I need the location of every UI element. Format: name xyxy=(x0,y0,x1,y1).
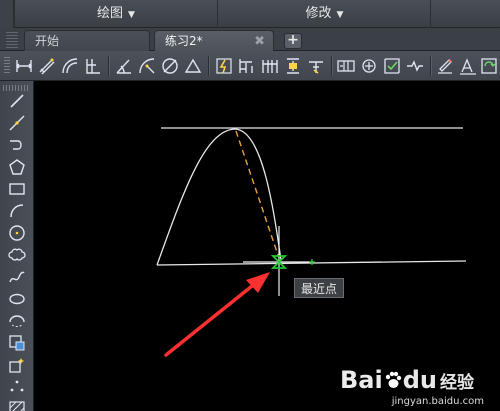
quick-dim-icon[interactable] xyxy=(214,56,234,76)
toolbar-divider xyxy=(208,56,209,76)
chevron-down-icon: ▼ xyxy=(336,10,344,20)
chevron-down-icon: ▼ xyxy=(128,10,135,20)
menu-modify[interactable]: 修改 ▼ xyxy=(219,0,431,28)
menu-bar: 绘图 ▼ 修改 ▼ xyxy=(0,0,500,28)
paw-icon xyxy=(385,371,401,388)
revision-cloud-icon[interactable] xyxy=(7,245,27,265)
arch-curve xyxy=(156,128,282,266)
dim-jogged-icon[interactable] xyxy=(183,56,203,76)
watermark-logo: Bai du 经验 xyxy=(340,367,474,393)
tracking-line xyxy=(235,130,280,259)
construction-line-icon[interactable] xyxy=(7,113,27,133)
watermark-url: jingyan.baidu.com xyxy=(391,396,484,407)
toolbar-divider xyxy=(430,56,431,76)
spline-icon[interactable] xyxy=(7,267,27,287)
dim-ordinate-icon[interactable] xyxy=(83,56,103,76)
polyline-icon[interactable] xyxy=(7,135,27,155)
circle-icon[interactable] xyxy=(7,223,27,243)
insert-block-icon[interactable] xyxy=(7,333,27,353)
inspect-icon[interactable] xyxy=(382,56,402,76)
watermark-brand-cn: 经验 xyxy=(439,373,474,393)
close-icon[interactable]: ✖ xyxy=(254,31,265,52)
tab-start[interactable]: 开始 xyxy=(24,30,150,51)
dim-continue-icon[interactable] xyxy=(260,56,280,76)
dimension-toolbar xyxy=(0,51,500,81)
menu-draw-label: 绘图 xyxy=(97,6,124,21)
toolbar-divider xyxy=(108,56,109,76)
dim-edit-icon[interactable] xyxy=(435,56,455,76)
tolerance-icon[interactable] xyxy=(336,56,356,76)
dim-radius-icon[interactable] xyxy=(137,56,157,76)
point-icon[interactable] xyxy=(7,377,27,397)
dim-break-icon[interactable] xyxy=(306,56,326,76)
draw-toolbar xyxy=(0,81,34,411)
line-icon[interactable] xyxy=(7,91,27,111)
dim-arc-icon[interactable] xyxy=(60,56,80,76)
dim-text-edit-icon[interactable] xyxy=(458,56,478,76)
dim-space-icon[interactable] xyxy=(283,56,303,76)
file-tab-bar: 开始 练习2* ✖ + xyxy=(0,28,500,51)
drawing-geometry xyxy=(156,127,467,296)
ellipse-icon[interactable] xyxy=(7,289,27,309)
dim-angular-icon[interactable] xyxy=(114,56,134,76)
snap-plus-marker xyxy=(309,259,315,265)
toolbar-divider xyxy=(331,56,332,76)
watermark-brand-suffix: du xyxy=(402,366,437,394)
dim-linear-icon[interactable] xyxy=(14,56,34,76)
rectangle-icon[interactable] xyxy=(7,179,27,199)
tab-drawing-document[interactable]: 练习2* ✖ xyxy=(154,30,274,51)
arc-icon[interactable] xyxy=(7,201,27,221)
center-mark-icon[interactable] xyxy=(359,56,379,76)
menu-modify-label: 修改 xyxy=(305,6,332,21)
grip-handle[interactable] xyxy=(4,57,10,75)
menu-bar-edge xyxy=(0,0,14,28)
polygon-icon[interactable] xyxy=(7,157,27,177)
hatch-icon[interactable] xyxy=(7,399,27,411)
menu-draw[interactable]: 绘图 ▼ xyxy=(14,0,218,28)
new-tab-button[interactable]: + xyxy=(284,33,302,49)
dim-diameter-icon[interactable] xyxy=(160,56,180,76)
jogged-linear-icon[interactable] xyxy=(405,56,425,76)
baidu-watermark: Bai du 经验 jingyan.baidu.com xyxy=(340,367,490,407)
drawing-canvas[interactable] xyxy=(35,82,500,411)
grip-handle[interactable] xyxy=(6,32,18,48)
snap-tooltip: 最近点 xyxy=(294,278,345,298)
dim-update-icon[interactable] xyxy=(479,56,499,76)
tab-start-label: 开始 xyxy=(35,34,60,48)
watermark-brand: Bai xyxy=(340,366,383,394)
make-block-icon[interactable] xyxy=(7,355,27,375)
dim-aligned-icon[interactable] xyxy=(37,56,57,76)
tab-document-label: 练习2* xyxy=(165,34,203,48)
ellipse-arc-icon[interactable] xyxy=(7,311,27,331)
dim-baseline-icon[interactable] xyxy=(237,56,257,76)
